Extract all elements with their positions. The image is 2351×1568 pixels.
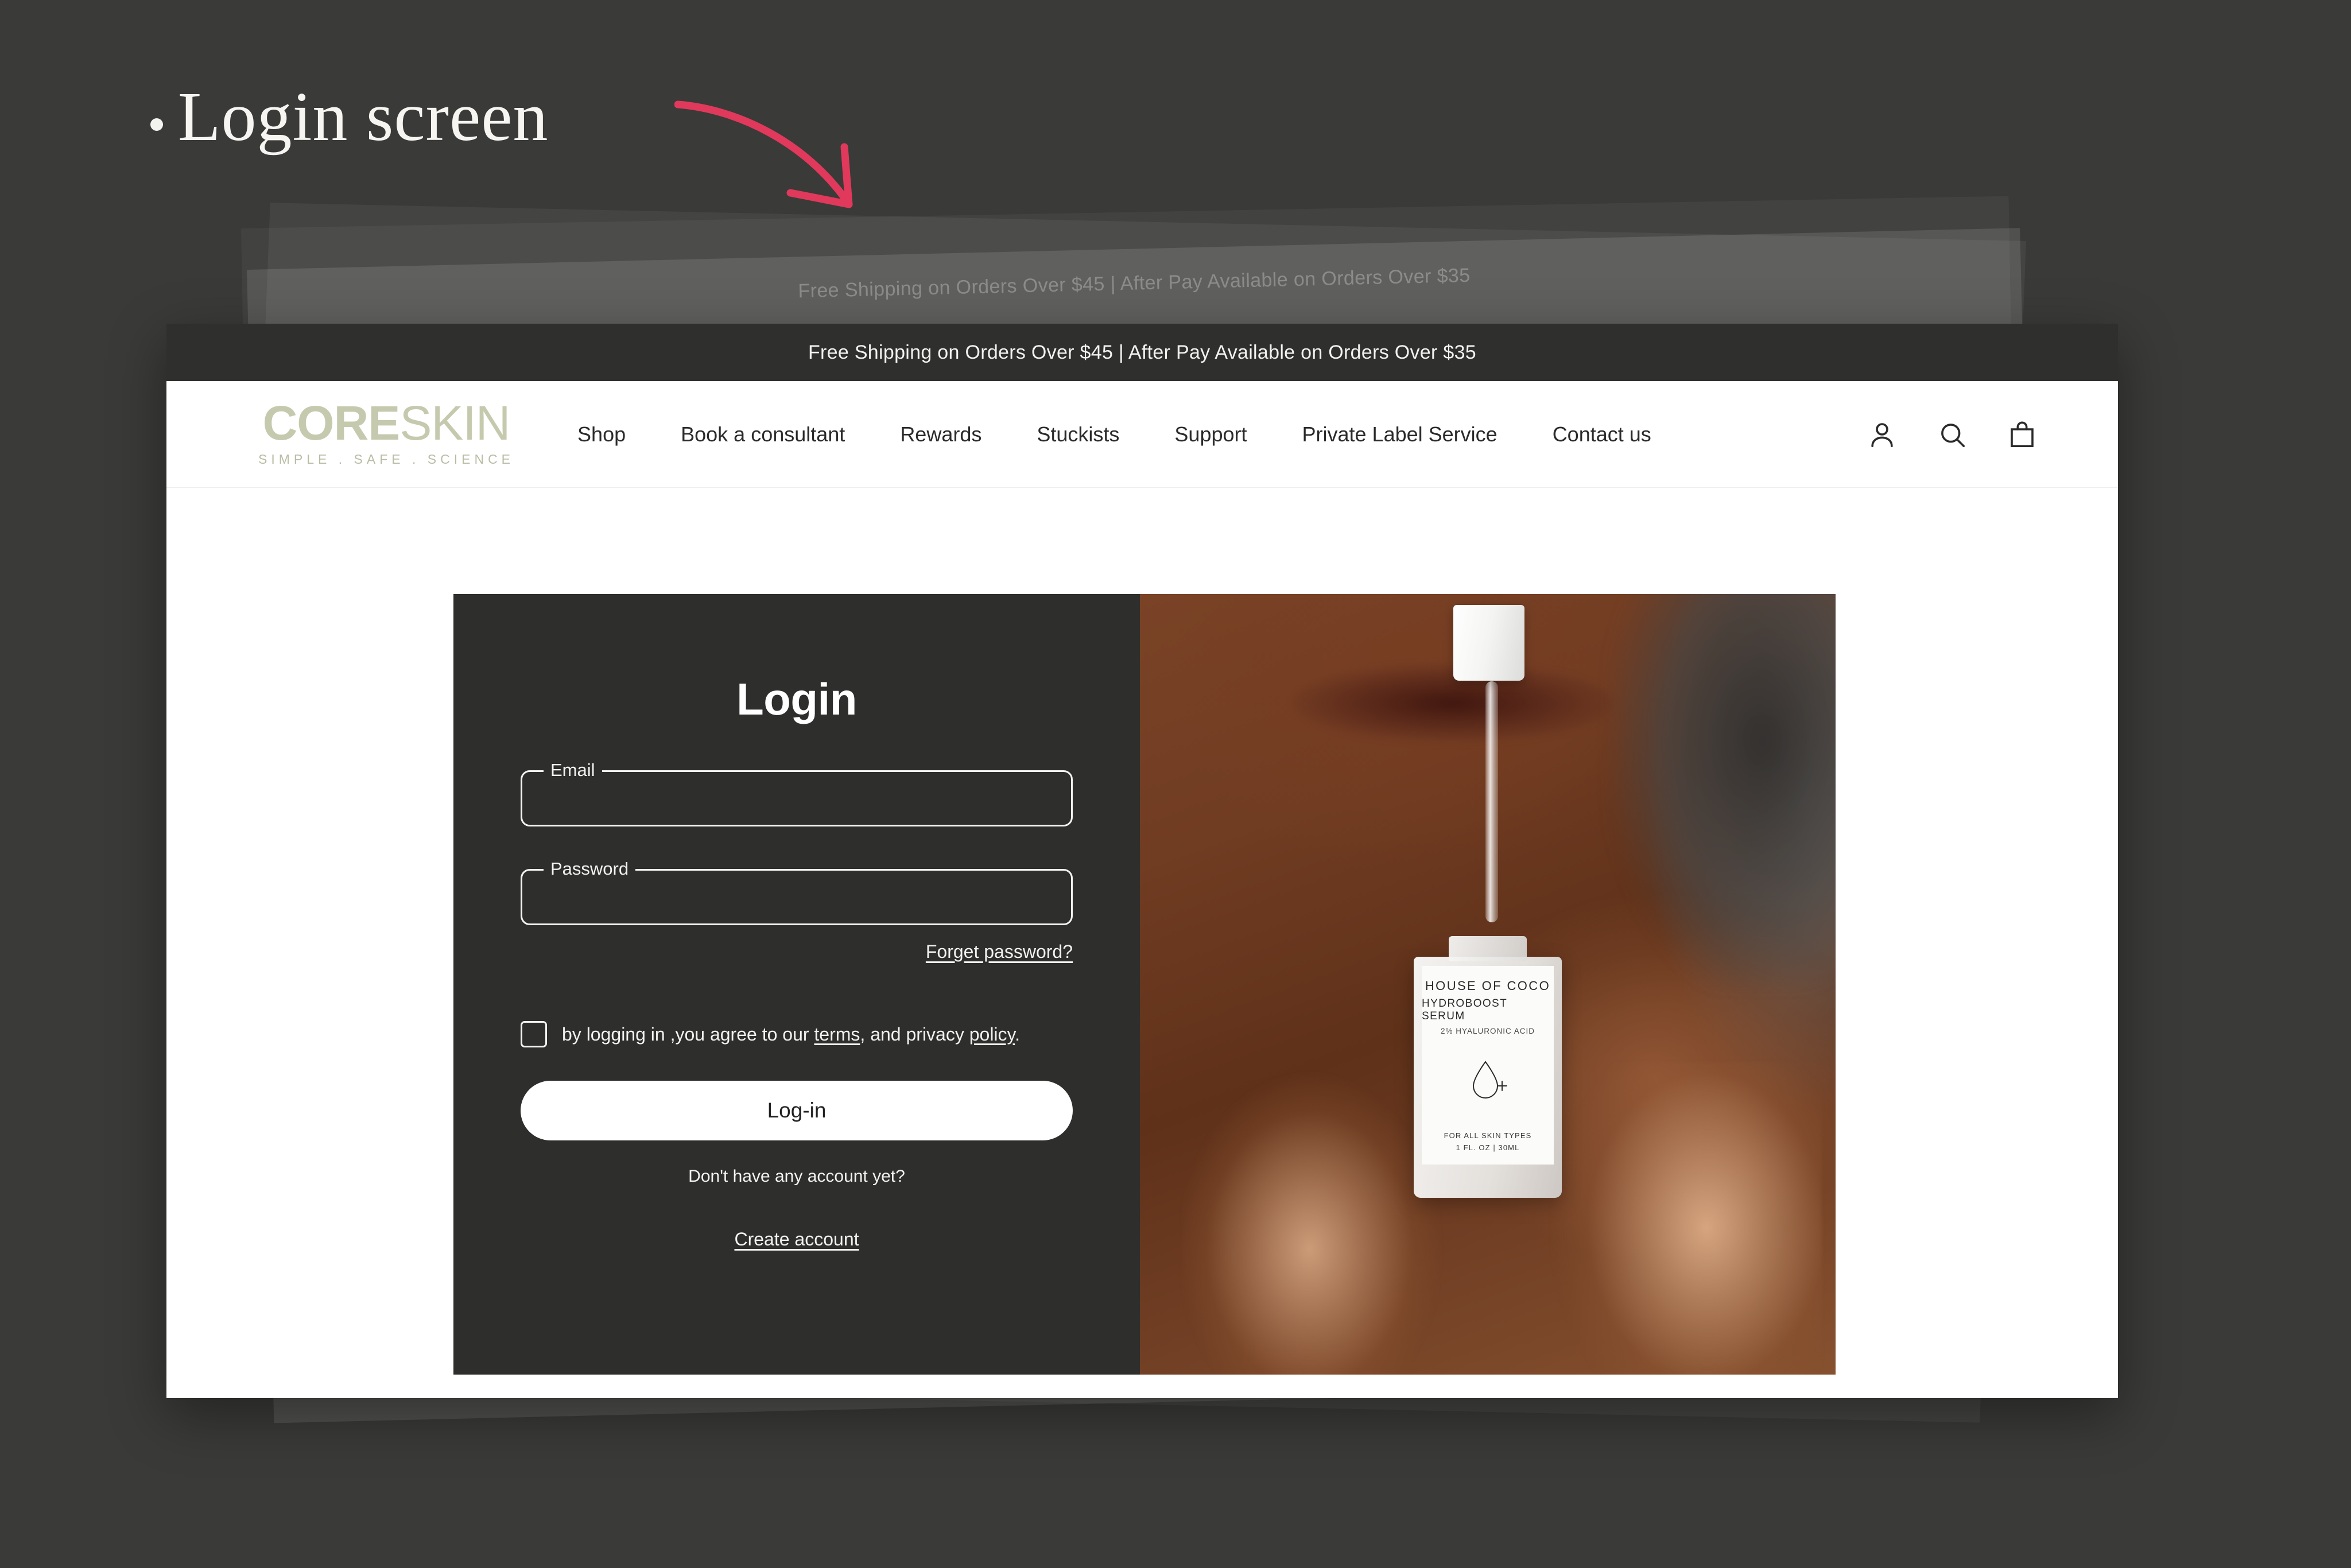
hero-photo-lips <box>1293 664 1613 743</box>
terms-text-prefix: by logging in ,you agree to our <box>562 1023 814 1045</box>
label-active-ingredient: 2% HYALURONIC ACID <box>1440 1027 1535 1036</box>
bullet-point-icon <box>150 118 163 131</box>
no-account-text: Don't have any account yet? <box>688 1167 905 1186</box>
login-form-panel: Login Email Password Forget password? by… <box>453 594 1140 1375</box>
nav-item-book-a-consultant[interactable]: Book a consultant <box>681 414 845 455</box>
account-icon[interactable] <box>1867 419 1898 450</box>
brand-wordmark: CORESKIN <box>263 399 511 447</box>
login-card: Login Email Password Forget password? by… <box>453 594 1836 1375</box>
forgot-password-row: Forget password? <box>521 941 1073 962</box>
label-skin-types: FOR ALL SKIN TYPES <box>1444 1131 1532 1140</box>
login-submit-button[interactable]: Log-in <box>521 1081 1073 1140</box>
cart-icon[interactable] <box>2007 419 2038 450</box>
search-icon[interactable] <box>1937 419 1968 450</box>
brand-tagline: SIMPLE . SAFE . SCIENCE <box>258 451 515 467</box>
brand-logo-core: CORE <box>262 396 401 451</box>
email-input[interactable] <box>521 770 1073 826</box>
nav-item-support[interactable]: Support <box>1174 414 1247 455</box>
nav-item-contact-us[interactable]: Contact us <box>1553 414 1651 455</box>
slide-annotation: Login screen <box>150 80 548 154</box>
terms-text-middle: , and privacy <box>860 1023 969 1045</box>
brand-logo-skin: SKIN <box>399 396 510 451</box>
serum-bottle-neck <box>1449 936 1527 962</box>
header-icon-group <box>1867 419 2038 450</box>
login-hero-photo: HOUSE OF COCO HYDROBOOST SERUM 2% HYALUR… <box>1140 594 1836 1375</box>
serum-bottle-label: HOUSE OF COCO HYDROBOOST SERUM 2% HYALUR… <box>1422 966 1554 1165</box>
label-brand: HOUSE OF COCO <box>1425 979 1551 993</box>
site-header: CORESKIN SIMPLE . SAFE . SCIENCE Shop Bo… <box>166 381 2118 488</box>
slide-canvas: Login screen Free Shipping on Orders Ove… <box>0 0 2351 1568</box>
nav-item-private-label-service[interactable]: Private Label Service <box>1302 414 1497 455</box>
create-account-link[interactable]: Create account <box>734 1229 859 1250</box>
droplet-plus-icon <box>1467 1058 1509 1111</box>
email-field-group[interactable]: Email <box>521 759 1073 826</box>
main-navigation: Shop Book a consultant Rewards Stuckists… <box>577 414 1844 455</box>
curved-arrow-icon <box>674 92 881 218</box>
label-size: 1 FL. OZ | 30ML <box>1456 1143 1520 1152</box>
nav-item-stuckists[interactable]: Stuckists <box>1037 414 1119 455</box>
terms-link[interactable]: terms <box>814 1024 860 1045</box>
dropper-cap-icon <box>1453 605 1525 681</box>
dropper-pipette-icon <box>1485 681 1499 923</box>
terms-text-suffix: . <box>1015 1023 1021 1045</box>
terms-agreement-row: by logging in ,you agree to our terms, a… <box>521 1021 1073 1047</box>
terms-agreement-text: by logging in ,you agree to our terms, a… <box>562 1023 1020 1045</box>
label-product: HYDROBOOST SERUM <box>1422 998 1507 1023</box>
terms-checkbox[interactable] <box>521 1021 547 1047</box>
password-input[interactable] <box>521 869 1073 925</box>
serum-bottle: HOUSE OF COCO HYDROBOOST SERUM 2% HYALUR… <box>1414 936 1562 1198</box>
hero-photo-hair <box>1613 594 1836 984</box>
announcement-bar: Free Shipping on Orders Over $45 | After… <box>166 324 2118 381</box>
announcement-text: Free Shipping on Orders Over $45 | After… <box>808 341 1477 363</box>
brand-logo[interactable]: CORESKIN SIMPLE . SAFE . SCIENCE <box>258 399 515 467</box>
password-field-group[interactable]: Password <box>521 858 1073 925</box>
nav-item-rewards[interactable]: Rewards <box>900 414 981 455</box>
privacy-policy-link[interactable]: policy <box>969 1024 1015 1045</box>
forgot-password-link[interactable]: Forget password? <box>926 941 1073 962</box>
page-title: Login screen <box>178 78 549 156</box>
nav-item-shop[interactable]: Shop <box>577 414 626 455</box>
login-heading: Login <box>736 674 857 724</box>
